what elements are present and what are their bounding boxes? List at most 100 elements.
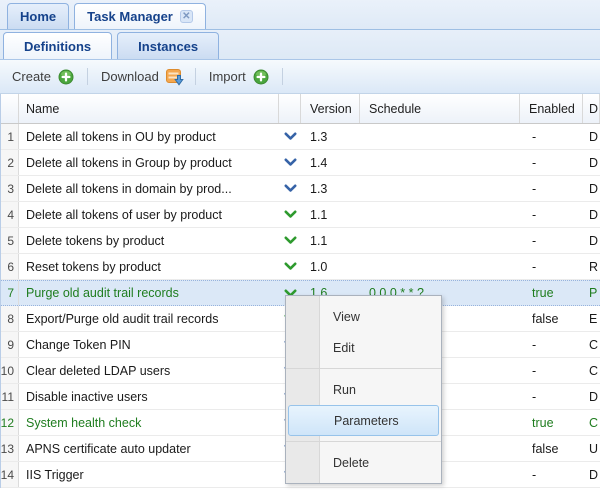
create-button-label: Create (12, 69, 51, 84)
sub-tab-bar: Definitions Instances (0, 30, 600, 60)
tab-task-manager-label: Task Manager (87, 9, 173, 24)
description-cell: D (583, 150, 600, 175)
menu-item-parameters[interactable]: Parameters (288, 405, 439, 436)
description-cell: C (583, 410, 600, 435)
description-cell: P (583, 281, 600, 305)
description-cell: R (583, 254, 600, 279)
description-cell: D (583, 462, 600, 487)
enabled-cell: - (520, 202, 583, 227)
description-cell: D (583, 202, 600, 227)
row-number: 2 (1, 150, 19, 175)
task-name-cell: Change Token PIN (19, 332, 279, 357)
version-cell: 1.3 (301, 124, 360, 149)
menu-item-run[interactable]: Run (286, 374, 441, 405)
row-number: 10 (1, 358, 19, 383)
table-row[interactable]: 1 Delete all tokens in OU by product 1.3… (1, 124, 600, 150)
enabled-cell: - (520, 462, 583, 487)
export-icon (166, 69, 182, 85)
import-button-label: Import (209, 69, 246, 84)
table-row[interactable]: 2 Delete all tokens in Group by product … (1, 150, 600, 176)
chevron-down-icon[interactable] (279, 176, 301, 201)
row-number: 3 (1, 176, 19, 201)
description-cell: D (583, 124, 600, 149)
download-button-label: Download (101, 69, 159, 84)
download-button[interactable]: Download (93, 65, 190, 89)
column-header-version[interactable]: Version (301, 94, 360, 123)
column-header-description[interactable]: D (583, 94, 600, 123)
tab-instances[interactable]: Instances (117, 32, 219, 59)
schedule-cell (360, 150, 520, 175)
description-cell: D (583, 176, 600, 201)
version-cell: 1.1 (301, 228, 360, 253)
row-number: 9 (1, 332, 19, 357)
enabled-cell: false (520, 306, 583, 331)
chevron-down-icon[interactable] (279, 254, 301, 279)
chevron-down-icon[interactable] (279, 150, 301, 175)
column-header-name[interactable]: Name (19, 94, 279, 123)
enabled-cell: - (520, 332, 583, 357)
version-cell: 1.4 (301, 150, 360, 175)
task-name-cell: Delete all tokens in domain by prod... (19, 176, 279, 201)
task-name-cell: Reset tokens by product (19, 254, 279, 279)
row-number: 1 (1, 124, 19, 149)
enabled-cell: - (520, 254, 583, 279)
enabled-cell: - (520, 228, 583, 253)
row-number: 5 (1, 228, 19, 253)
chevron-down-icon[interactable] (279, 124, 301, 149)
tab-definitions[interactable]: Definitions (3, 32, 112, 59)
menu-item-edit[interactable]: Edit (286, 332, 441, 363)
task-name-cell: Delete tokens by product (19, 228, 279, 253)
schedule-cell (360, 176, 520, 201)
row-number: 11 (1, 384, 19, 409)
column-header-actions[interactable] (279, 94, 301, 123)
tab-home[interactable]: Home (7, 3, 69, 29)
task-name-cell: System health check (19, 410, 279, 435)
tab-home-label: Home (20, 9, 56, 24)
schedule-cell (360, 228, 520, 253)
menu-separator (286, 441, 441, 442)
row-number: 14 (1, 462, 19, 487)
version-cell: 1.3 (301, 176, 360, 201)
chevron-down-icon[interactable] (279, 202, 301, 227)
column-header-schedule[interactable]: Schedule (360, 94, 520, 123)
column-header-rownum[interactable] (1, 94, 19, 123)
description-cell: E (583, 306, 600, 331)
add-icon (253, 69, 269, 85)
menu-item-delete[interactable]: Delete (286, 447, 441, 478)
chevron-down-icon[interactable] (279, 228, 301, 253)
create-button[interactable]: Create (4, 65, 82, 89)
toolbar: Create Download Import (0, 60, 600, 94)
column-header-enabled[interactable]: Enabled (520, 94, 583, 123)
task-name-cell: Disable inactive users (19, 384, 279, 409)
table-row[interactable]: 4 Delete all tokens of user by product 1… (1, 202, 600, 228)
enabled-cell: - (520, 150, 583, 175)
toolbar-separator (87, 68, 88, 85)
close-icon[interactable]: ✕ (180, 10, 193, 23)
row-number: 6 (1, 254, 19, 279)
row-number: 7 (1, 281, 19, 305)
task-name-cell: Clear deleted LDAP users (19, 358, 279, 383)
description-cell: D (583, 384, 600, 409)
enabled-cell: - (520, 358, 583, 383)
task-name-cell: Delete all tokens in Group by product (19, 150, 279, 175)
description-cell: C (583, 332, 600, 357)
tab-task-manager[interactable]: Task Manager ✕ (74, 3, 206, 29)
enabled-cell: - (520, 124, 583, 149)
tab-definitions-label: Definitions (24, 39, 91, 54)
tab-instances-label: Instances (138, 39, 198, 54)
toolbar-separator (282, 68, 283, 85)
menu-item-view[interactable]: View (286, 301, 441, 332)
table-row[interactable]: 6 Reset tokens by product 1.0 - R (1, 254, 600, 280)
enabled-cell: false (520, 436, 583, 461)
version-cell: 1.0 (301, 254, 360, 279)
enabled-cell: - (520, 176, 583, 201)
version-cell: 1.1 (301, 202, 360, 227)
table-row[interactable]: 5 Delete tokens by product 1.1 - D (1, 228, 600, 254)
row-number: 4 (1, 202, 19, 227)
import-button[interactable]: Import (201, 65, 277, 89)
table-row[interactable]: 3 Delete all tokens in domain by prod...… (1, 176, 600, 202)
description-cell: U (583, 436, 600, 461)
enabled-cell: true (520, 281, 583, 305)
grid-header: Name Version Schedule Enabled D (1, 94, 600, 124)
context-menu: ViewEdit RunParameters Delete (285, 295, 442, 484)
